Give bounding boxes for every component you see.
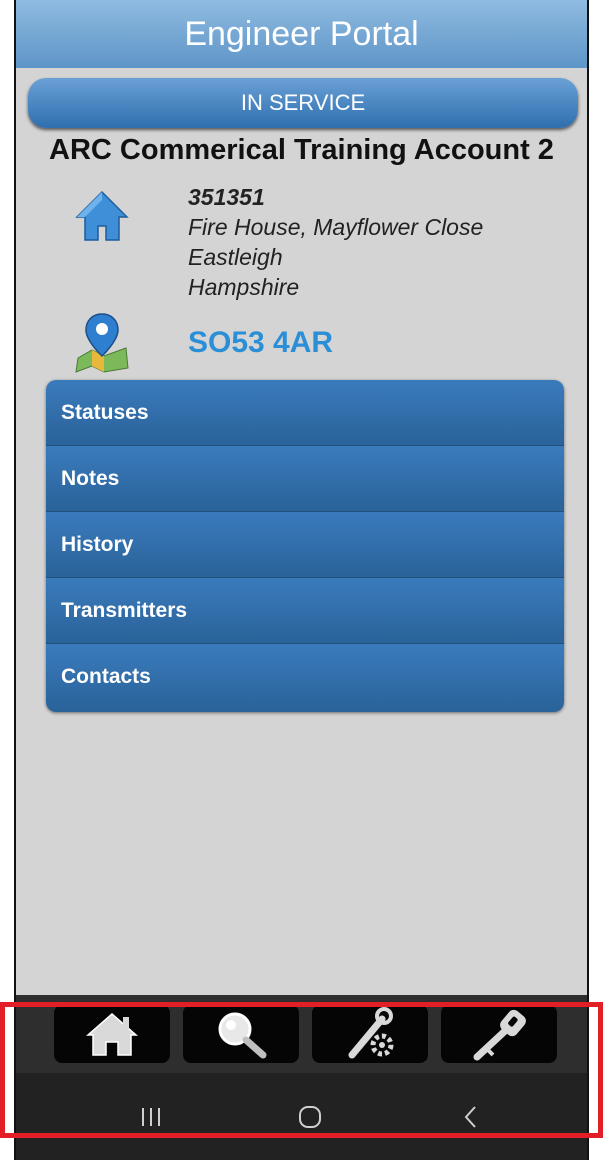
- menu-item-history[interactable]: History: [46, 512, 564, 578]
- home-icon: [86, 1013, 138, 1056]
- recent-apps-button[interactable]: [111, 1073, 191, 1160]
- map-pin-icon[interactable]: [74, 310, 130, 374]
- tools-icon: [348, 1007, 394, 1059]
- account-name: ARC Commerical Training Account 2: [49, 134, 554, 166]
- search-icon: [218, 1012, 267, 1059]
- search-button[interactable]: [183, 1005, 299, 1063]
- account-menu: Statuses Notes History Transmitters Cont…: [46, 380, 564, 712]
- menu-item-notes[interactable]: Notes: [46, 446, 564, 512]
- back-button[interactable]: [431, 1073, 511, 1160]
- key-button[interactable]: [441, 1005, 557, 1063]
- home-circle-icon: [299, 1105, 321, 1128]
- address-block: 351351 Fire House, Mayflower Close Eastl…: [188, 182, 483, 302]
- system-nav-bar: [16, 1073, 587, 1160]
- menu-item-statuses[interactable]: Statuses: [46, 380, 564, 446]
- system-home-button[interactable]: [270, 1073, 350, 1160]
- tools-button[interactable]: [312, 1005, 428, 1063]
- menu-item-transmitters[interactable]: Transmitters: [46, 578, 564, 644]
- house-icon: [74, 190, 130, 242]
- home-button[interactable]: [54, 1005, 170, 1063]
- recent-apps-icon: [142, 1107, 160, 1126]
- status-badge[interactable]: IN SERVICE: [28, 78, 578, 128]
- bottom-nav-bar: [16, 995, 587, 1073]
- page-title: Engineer Portal: [16, 0, 587, 68]
- menu-item-contacts[interactable]: Contacts: [46, 644, 564, 712]
- back-icon: [464, 1105, 476, 1128]
- address-line-2: Eastleigh: [188, 244, 283, 270]
- key-icon: [473, 1009, 526, 1061]
- account-number: 351351: [188, 184, 265, 210]
- app-screen: Engineer Portal IN SERVICE ARC Commerica…: [14, 0, 589, 1160]
- address-line-1: Fire House, Mayflower Close: [188, 214, 484, 240]
- postcode[interactable]: SO53 4AR: [188, 326, 333, 360]
- address-line-3: Hampshire: [188, 274, 300, 300]
